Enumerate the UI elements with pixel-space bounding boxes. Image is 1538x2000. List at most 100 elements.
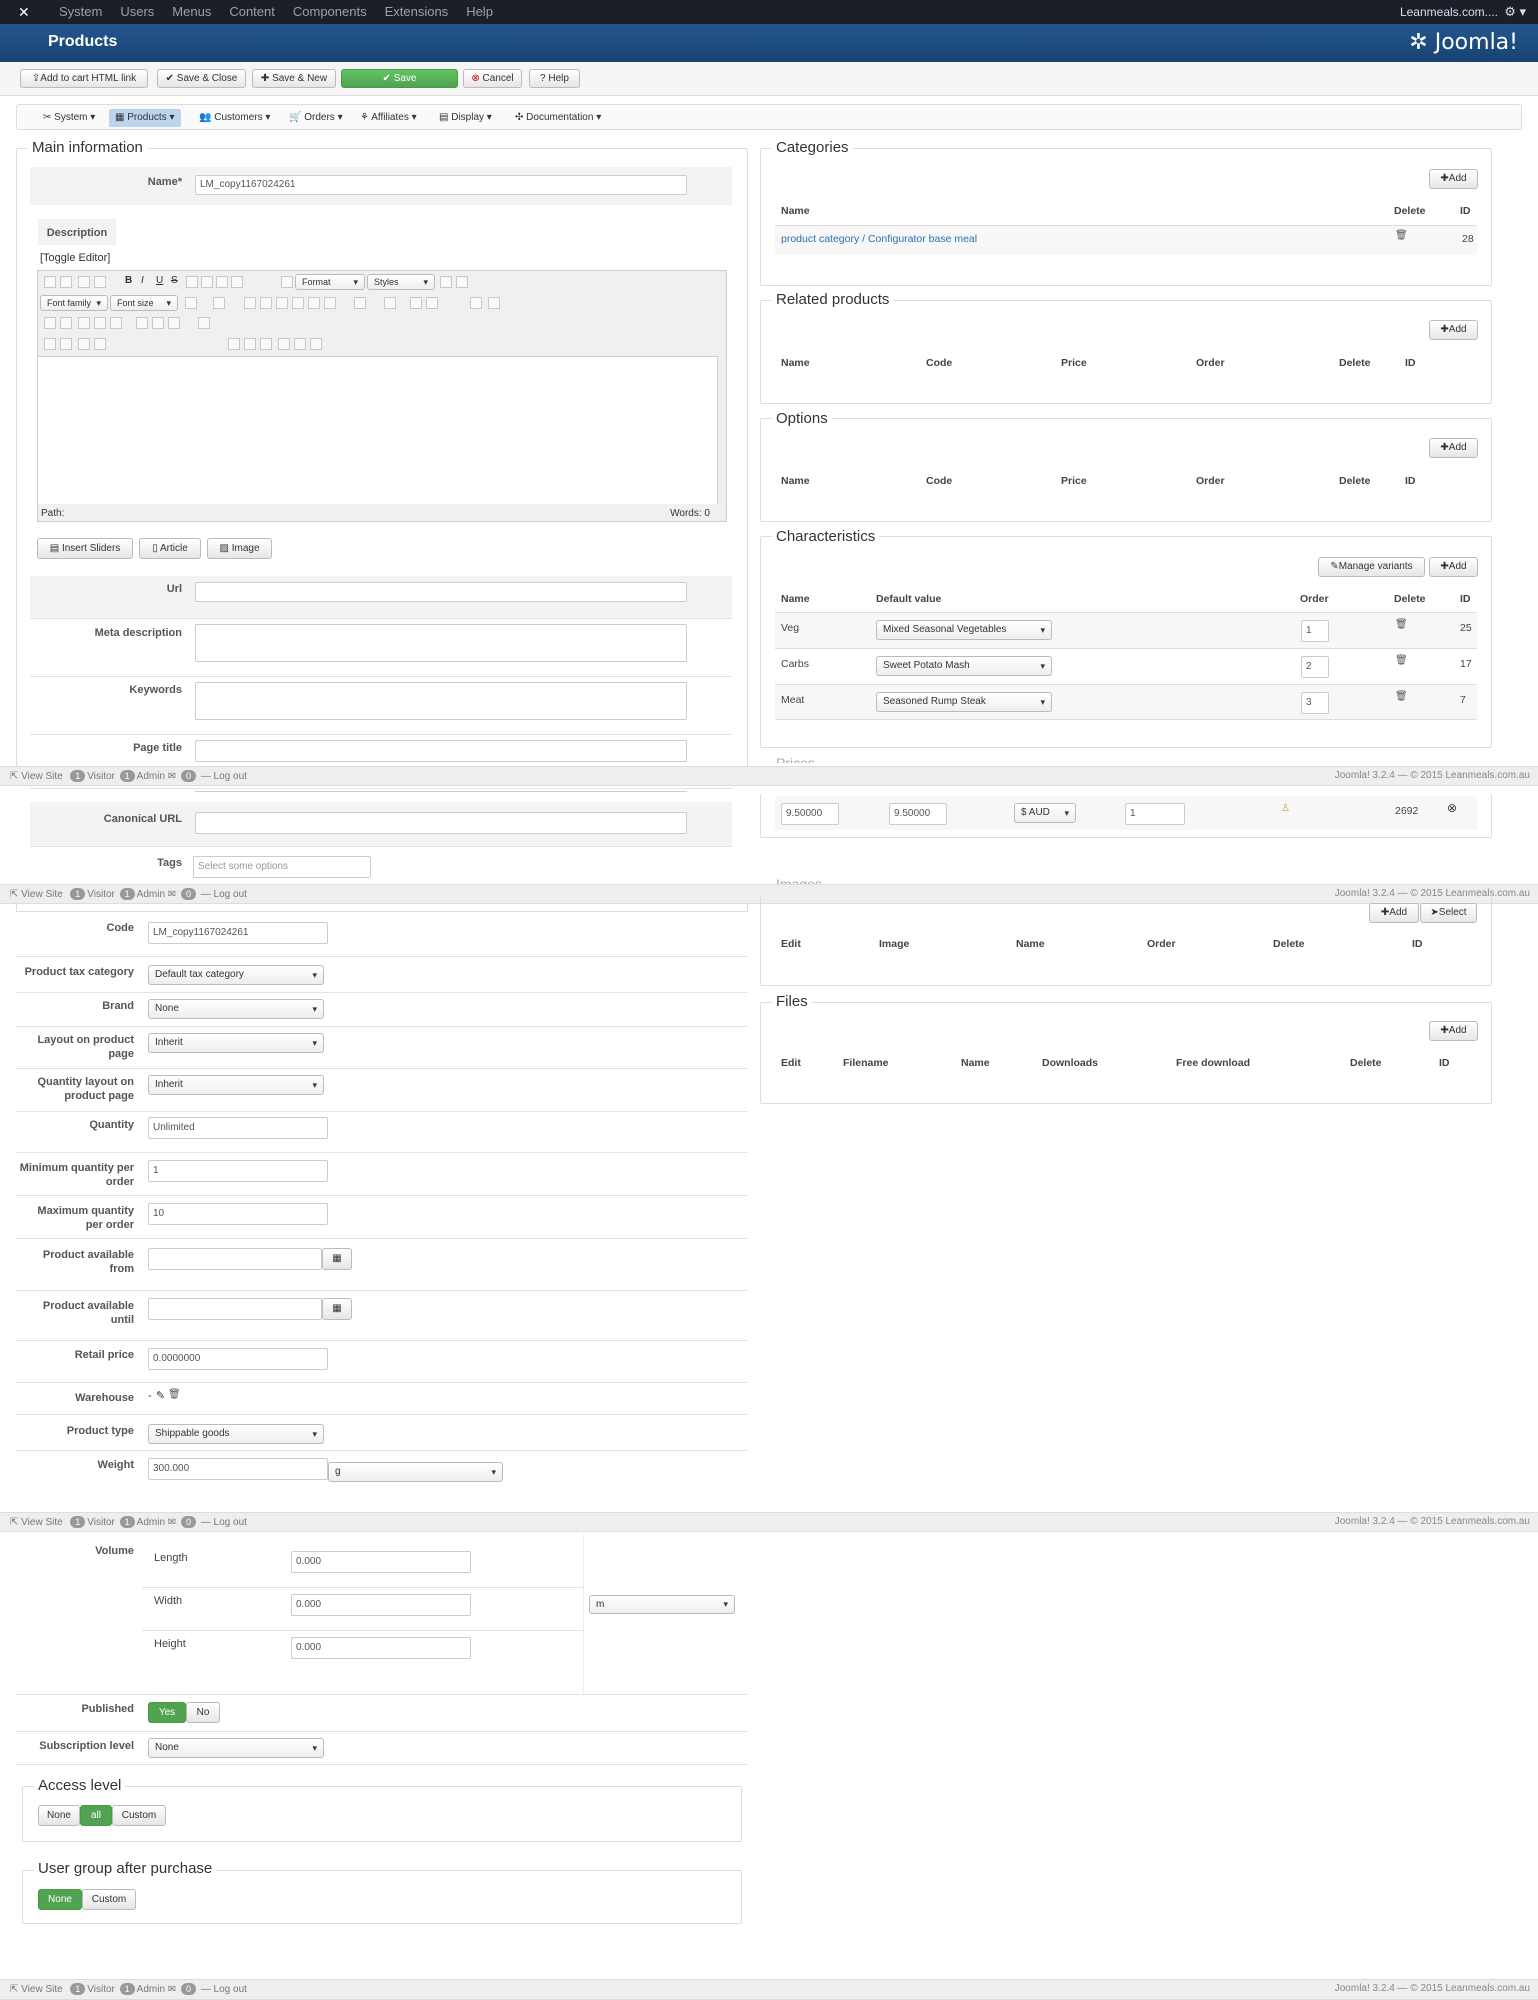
- unlink-icon[interactable]: [94, 317, 106, 329]
- search-icon[interactable]: [152, 317, 164, 329]
- min-quantity-input[interactable]: 1: [148, 1160, 328, 1182]
- table-icon[interactable]: [198, 317, 210, 329]
- menu-system[interactable]: System: [50, 0, 111, 24]
- toggle-editor-link[interactable]: [Toggle Editor]: [40, 252, 110, 264]
- align-left-icon[interactable]: [186, 276, 198, 288]
- save-new-button[interactable]: ✚ Save & New: [252, 69, 336, 88]
- copy-icon[interactable]: [260, 297, 272, 309]
- trash-icon[interactable]: 🗑: [1395, 656, 1408, 666]
- replace-icon[interactable]: [168, 317, 180, 329]
- quantity-input[interactable]: Unlimited: [148, 1117, 328, 1139]
- calendar-icon[interactable]: ▦: [322, 1248, 352, 1270]
- visual-aid-icon[interactable]: [44, 338, 56, 350]
- editor-scrollbar[interactable]: [717, 356, 726, 504]
- url-input[interactable]: [195, 582, 687, 602]
- char-default-select[interactable]: Mixed Seasonal Vegetables: [876, 620, 1052, 640]
- joomla-icon[interactable]: ✕: [18, 4, 34, 20]
- text-color-icon[interactable]: [185, 297, 197, 309]
- view-site-link[interactable]: View Site: [21, 1984, 63, 1995]
- manage-variants-button[interactable]: ✎Manage variants: [1318, 557, 1425, 577]
- align-right-icon[interactable]: [216, 276, 228, 288]
- weight-unit-select[interactable]: g: [328, 1462, 503, 1482]
- paste-icon[interactable]: [276, 297, 288, 309]
- available-until-input[interactable]: [148, 1298, 322, 1320]
- link-icon[interactable]: [78, 317, 90, 329]
- paste-word-icon[interactable]: [308, 297, 320, 309]
- menu-content[interactable]: Content: [220, 0, 284, 24]
- trash-icon[interactable]: 🗑: [1395, 231, 1408, 241]
- options-add-button[interactable]: ✚Add: [1429, 438, 1478, 458]
- image-button[interactable]: ▨ Image: [207, 538, 272, 559]
- description-tab[interactable]: Description: [38, 219, 116, 245]
- help-button[interactable]: ? Help: [529, 69, 580, 88]
- save-close-button[interactable]: ✔ Save & Close: [157, 69, 246, 88]
- trash-icon[interactable]: 🗑: [1395, 620, 1408, 630]
- images-select-button[interactable]: ➤Select: [1420, 903, 1477, 923]
- paste-text-icon[interactable]: [292, 297, 304, 309]
- numbered-list-icon[interactable]: [384, 297, 396, 309]
- highlight-icon[interactable]: [213, 297, 225, 309]
- canonical-input[interactable]: [195, 812, 687, 834]
- clear-format-icon[interactable]: [440, 276, 452, 288]
- files-add-button[interactable]: ✚Add: [1429, 1021, 1478, 1041]
- redo-icon[interactable]: [94, 276, 106, 288]
- spellcheck-icon[interactable]: [278, 338, 290, 350]
- cleanup-icon[interactable]: [456, 276, 468, 288]
- logout-link[interactable]: Log out: [214, 1984, 247, 1995]
- access-custom-toggle[interactable]: Custom: [112, 1805, 166, 1826]
- tags-input[interactable]: Select some options: [193, 856, 371, 878]
- align-justify-icon[interactable]: [231, 276, 243, 288]
- char-default-select[interactable]: Sweet Potato Mash: [876, 656, 1052, 676]
- indent-icon[interactable]: [324, 297, 336, 309]
- nav-customers[interactable]: 👥 Customers ▾: [193, 109, 276, 127]
- images-add-button[interactable]: ✚Add: [1369, 903, 1419, 923]
- undo-icon[interactable]: [78, 276, 90, 288]
- subscript-icon[interactable]: [410, 297, 422, 309]
- currency-select[interactable]: $ AUD: [1014, 803, 1076, 823]
- quantity-layout-select[interactable]: Inherit: [148, 1075, 324, 1095]
- volume-unit-select[interactable]: m: [589, 1595, 735, 1614]
- char-order-input[interactable]: 3: [1301, 692, 1329, 714]
- anchor-icon[interactable]: [110, 317, 122, 329]
- template-icon[interactable]: [78, 338, 90, 350]
- underline-icon[interactable]: U: [156, 275, 163, 286]
- nav-products[interactable]: ▦ Products ▾: [109, 109, 181, 127]
- special-char-icon[interactable]: [470, 297, 482, 309]
- brand-select[interactable]: None: [148, 999, 324, 1019]
- length-input[interactable]: 0.000: [291, 1551, 471, 1573]
- italic-icon[interactable]: I: [141, 275, 144, 286]
- media-icon[interactable]: [244, 338, 256, 350]
- user-group-icon[interactable]: ♙: [1281, 803, 1290, 814]
- view-site-link[interactable]: View Site: [21, 1517, 63, 1528]
- categories-add-button[interactable]: ✚Add: [1429, 169, 1478, 189]
- usergroup-none-toggle[interactable]: None: [38, 1889, 82, 1910]
- code-input[interactable]: LM_copy1167024261: [148, 922, 328, 944]
- access-all-toggle[interactable]: all: [80, 1805, 112, 1826]
- add-to-cart-link-button[interactable]: ⇪Add to cart HTML link: [20, 69, 148, 88]
- height-input[interactable]: 0.000: [291, 1637, 471, 1659]
- published-yes-toggle[interactable]: Yes: [148, 1702, 186, 1723]
- price-with-tax-input[interactable]: 9.50000: [889, 803, 947, 825]
- editor-body[interactable]: [38, 356, 717, 504]
- weight-input[interactable]: 300.000: [148, 1458, 328, 1480]
- styles-select[interactable]: Styles: [367, 274, 435, 290]
- menu-extensions[interactable]: Extensions: [376, 0, 458, 24]
- page-title-input[interactable]: [195, 740, 687, 762]
- logout-link[interactable]: Log out: [214, 889, 247, 900]
- help-icon[interactable]: [44, 276, 56, 288]
- published-no-toggle[interactable]: No: [186, 1702, 220, 1723]
- rtl-icon[interactable]: [60, 317, 72, 329]
- menu-components[interactable]: Components: [284, 0, 376, 24]
- font-family-select[interactable]: Font family: [40, 295, 108, 311]
- view-site-link[interactable]: View Site: [21, 771, 63, 782]
- edit-pencil-icon[interactable]: ✎: [156, 1389, 165, 1402]
- char-order-input[interactable]: 1: [1301, 620, 1329, 642]
- menu-menus[interactable]: Menus: [163, 0, 220, 24]
- related-add-button[interactable]: ✚Add: [1429, 320, 1478, 340]
- pilcrow-icon[interactable]: [60, 338, 72, 350]
- fullscreen-icon[interactable]: [310, 338, 322, 350]
- layout-select[interactable]: Inherit: [148, 1033, 324, 1053]
- pagebreak-icon[interactable]: [294, 338, 306, 350]
- usergroup-custom-toggle[interactable]: Custom: [82, 1889, 136, 1910]
- view-site-link[interactable]: View Site: [21, 889, 63, 900]
